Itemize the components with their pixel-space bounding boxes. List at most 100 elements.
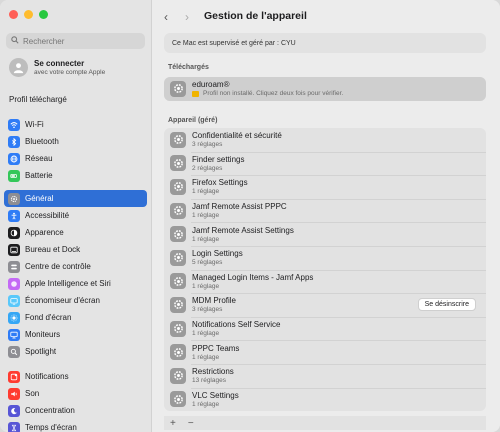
profile-row[interactable]: Managed Login Items - Jamf Apps 1 réglage	[164, 269, 486, 294]
profile-title: Firefox Settings	[192, 178, 248, 188]
profile-row[interactable]: Jamf Remote Assist Settings 1 réglage	[164, 222, 486, 246]
sidebar-item-appearance[interactable]: Apparence	[4, 224, 147, 241]
downloaded-profile-subtitle: Profil non installé. Cliquez deux fois p…	[203, 90, 344, 98]
unenroll-button[interactable]: Se désinscrire	[417, 298, 476, 312]
sidebar-item-screen-time[interactable]: Temps d'écran	[4, 419, 147, 432]
sidebar-item-bluetooth[interactable]: Bluetooth	[4, 133, 147, 150]
profile-row[interactable]: Login Settings 5 réglages	[164, 245, 486, 270]
sidebar-item-label: Apparence	[25, 228, 64, 237]
sidebar-group-network: Wi-Fi Bluetooth Réseau Batterie	[4, 116, 147, 184]
sidebar-item-label: Réseau	[25, 154, 53, 163]
profile-row[interactable]: Jamf Remote Assist PPPC 1 réglage	[164, 198, 486, 223]
battery-icon	[8, 169, 20, 182]
sidebar-item-control-center[interactable]: Centre de contrôle	[4, 258, 147, 275]
remove-profile-button[interactable]: −	[188, 418, 194, 429]
close-window-button[interactable]	[9, 10, 18, 19]
avatar	[9, 58, 28, 77]
sidebar-item-gear[interactable]: Général	[4, 190, 147, 207]
sidebar-item-spotlight[interactable]: Spotlight	[4, 343, 147, 360]
wallpaper-icon	[8, 311, 20, 324]
profile-subtitle: 5 réglages	[192, 259, 223, 267]
sidebar-item-dock[interactable]: Bureau et Dock	[4, 241, 147, 258]
downloaded-profile-title: eduroam®	[192, 80, 230, 90]
profile-subtitle: 1 réglage	[192, 212, 220, 220]
sidebar-item-label: Wi-Fi	[25, 120, 44, 129]
profile-row[interactable]: VLC Settings 1 réglage	[164, 387, 486, 412]
zoom-window-button[interactable]	[39, 10, 48, 19]
display-icon	[8, 328, 20, 341]
sidebar-item-label: Batterie	[25, 171, 53, 180]
profile-row[interactable]: PPPC Teams 1 réglage	[164, 340, 486, 364]
profile-subtitle: 1 réglage	[192, 188, 220, 196]
sidebar-item-notifications[interactable]: Notifications	[4, 368, 147, 385]
profile-row[interactable]: Notifications Self Service 1 réglage	[164, 316, 486, 341]
gear-icon	[170, 320, 186, 337]
control-center-icon	[8, 260, 20, 273]
search-input[interactable]	[23, 36, 133, 46]
gear-icon	[170, 226, 186, 243]
profile-title: MDM Profile	[192, 296, 237, 306]
sidebar-item-display[interactable]: Moniteurs	[4, 326, 147, 343]
managed-section-title: Appareil (géré)	[168, 117, 218, 124]
forward-button[interactable]: ›	[185, 10, 189, 24]
profile-title: Notifications Self Service	[192, 320, 281, 330]
profile-title: Login Settings	[192, 249, 243, 259]
sidebar-item-label: Accessibilité	[25, 211, 70, 220]
sidebar-item-label: Son	[25, 389, 40, 398]
profile-subtitle: 1 réglage	[192, 282, 220, 290]
profile-title: Restrictions	[192, 367, 234, 377]
sidebar-search[interactable]	[6, 33, 145, 49]
profile-row[interactable]: Finder settings 2 réglages	[164, 151, 486, 176]
sidebar-item-label: Fond d'écran	[25, 313, 72, 322]
gear-icon	[170, 273, 186, 290]
sidebar-item-label: Concentration	[25, 406, 75, 415]
gear-icon	[170, 249, 186, 266]
sidebar-item-accessibility[interactable]: Accessibilité	[4, 207, 147, 224]
gear-icon	[170, 178, 186, 195]
profile-row[interactable]: Confidentialité et sécurité 3 réglages	[164, 128, 486, 152]
sidebar-item-wallpaper[interactable]: Fond d'écran	[4, 309, 147, 326]
sidebar-item-screensaver[interactable]: Économiseur d'écran	[4, 292, 147, 309]
add-profile-button[interactable]: +	[170, 418, 176, 429]
profile-row[interactable]: Firefox Settings 1 réglage	[164, 175, 486, 199]
apple-account[interactable]: Se connecter avec votre compte Apple	[9, 58, 105, 77]
profile-subtitle: 1 réglage	[192, 353, 220, 361]
spotlight-icon	[8, 345, 20, 358]
focus-icon	[8, 404, 20, 417]
page-title: Gestion de l'appareil	[204, 10, 307, 22]
profile-downloaded-item[interactable]: Profil téléchargé	[9, 95, 67, 104]
profile-title: Managed Login Items - Jamf Apps	[192, 272, 314, 282]
sidebar-item-globe[interactable]: Réseau	[4, 150, 147, 167]
wifi-icon	[8, 118, 20, 131]
sidebar-item-siri[interactable]: Apple Intelligence et Siri	[4, 275, 147, 292]
gear-icon	[170, 155, 186, 172]
system-settings-window: Se connecter avec votre compte Apple Pro…	[0, 0, 500, 432]
account-subtitle: avec votre compte Apple	[34, 69, 106, 76]
profile-row[interactable]: Restrictions 13 réglages	[164, 363, 486, 388]
sidebar-item-label: Moniteurs	[25, 330, 61, 339]
siri-icon	[8, 277, 20, 290]
sidebar-item-focus[interactable]: Concentration	[4, 402, 147, 419]
profile-subtitle: 1 réglage	[192, 330, 220, 338]
sidebar-item-wifi[interactable]: Wi-Fi	[4, 116, 147, 133]
gear-icon	[170, 391, 186, 408]
gear-icon	[8, 192, 20, 205]
gear-icon	[170, 80, 186, 97]
profile-title: PPPC Teams	[192, 343, 240, 353]
person-icon	[13, 63, 24, 74]
sidebar-group-system: Général Accessibilité Apparence Bureau et D…	[4, 190, 147, 360]
back-button[interactable]: ‹	[164, 10, 168, 24]
downloaded-profiles-list: eduroam® Profil non installé. Cliquez de…	[164, 77, 486, 101]
minimize-window-button[interactable]	[24, 10, 33, 19]
downloaded-profile-row[interactable]: eduroam® Profil non installé. Cliquez de…	[164, 77, 486, 101]
profile-row[interactable]: MDM Profile 3 réglages Se désinscrire	[164, 293, 486, 317]
sidebar-item-sound[interactable]: Son	[4, 385, 147, 402]
search-icon	[11, 36, 19, 46]
supervision-text: Ce Mac est supervisé et géré par : CYU	[172, 39, 296, 47]
sidebar-item-battery[interactable]: Batterie	[4, 167, 147, 184]
profile-subtitle: 1 réglage	[192, 400, 220, 408]
profile-subtitle: 2 réglages	[192, 164, 223, 172]
gear-icon	[170, 131, 186, 148]
bluetooth-icon	[8, 135, 20, 148]
sidebar-item-label: Général	[25, 194, 54, 203]
